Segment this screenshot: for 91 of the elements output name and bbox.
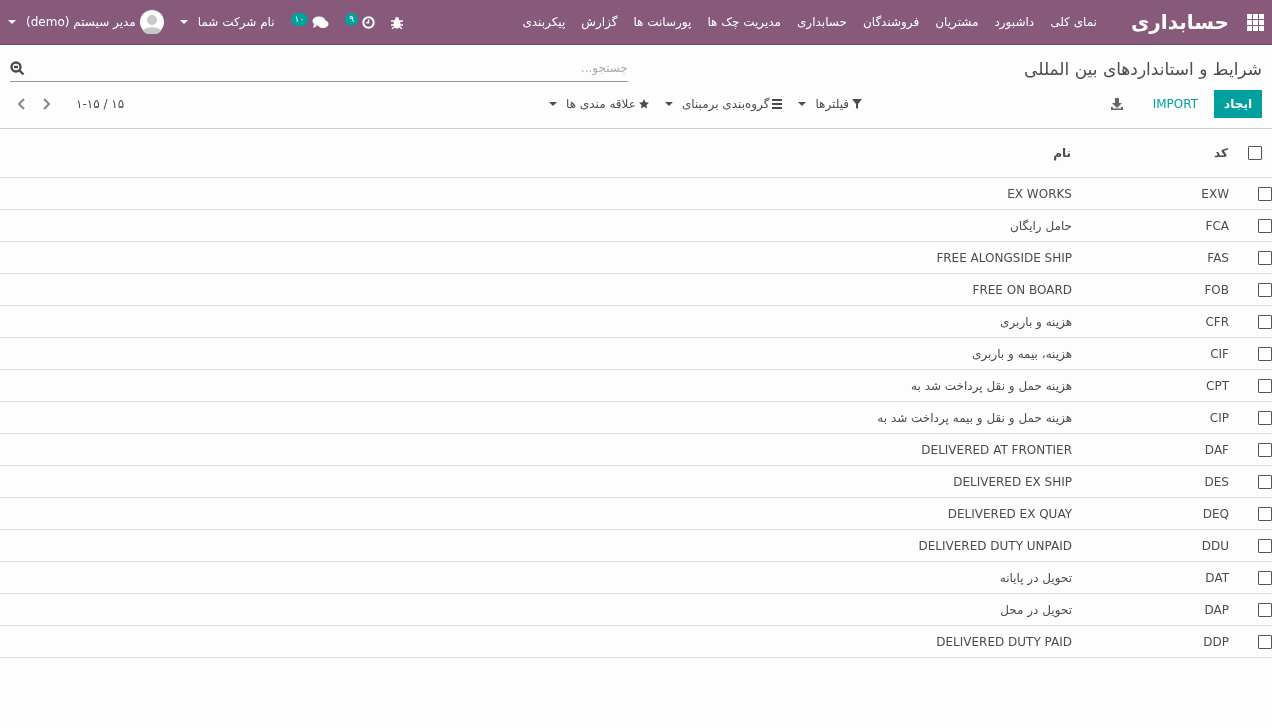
table-cell: DELIVERED DUTY UNPAID bbox=[918, 538, 1072, 553]
column-header[interactable]: نام bbox=[1053, 146, 1071, 160]
table-cell: DAF bbox=[1204, 442, 1229, 457]
table-cell: FCA bbox=[1205, 218, 1229, 233]
caret-icon bbox=[798, 102, 807, 106]
count-badge: ۹ bbox=[345, 12, 359, 26]
messages-button[interactable]: ۱۰ bbox=[282, 0, 338, 44]
checkbox[interactable] bbox=[1258, 378, 1272, 393]
table-cell: هزینه حمل و نقل و بیمه پرداخت شد به bbox=[877, 410, 1072, 425]
list-icon bbox=[772, 99, 783, 109]
checkbox[interactable] bbox=[1258, 282, 1272, 297]
grid-icon bbox=[1247, 13, 1264, 31]
checkbox[interactable] bbox=[1258, 570, 1272, 585]
caret-icon bbox=[8, 20, 16, 24]
search-option-dropdown[interactable]: علاقه مندی ها bbox=[549, 97, 649, 111]
table-cell: تحویل در محل bbox=[1000, 602, 1072, 617]
checkbox[interactable] bbox=[1258, 346, 1272, 361]
star-icon bbox=[638, 99, 649, 109]
chevron-right-icon bbox=[43, 98, 50, 110]
table-cell: هزینه حمل و نقل پرداخت شد به bbox=[911, 378, 1072, 393]
checkbox[interactable] bbox=[1258, 442, 1272, 457]
table-cell: FAS bbox=[1207, 250, 1229, 265]
activity-button[interactable]: ۹ bbox=[337, 0, 384, 44]
table-cell: DDU bbox=[1201, 538, 1229, 553]
checkbox[interactable] bbox=[1258, 218, 1272, 233]
table-cell: EX WORKS bbox=[1007, 186, 1072, 201]
table-cell: تحویل در پایانه bbox=[999, 570, 1072, 585]
checkbox[interactable] bbox=[1258, 250, 1272, 265]
table-cell: DELIVERED EX SHIP bbox=[953, 474, 1072, 489]
table-cell: EXW bbox=[1201, 186, 1229, 201]
table-cell: DES bbox=[1204, 474, 1229, 489]
import-button[interactable]: IMPORT bbox=[1138, 90, 1213, 118]
table-cell: CIF bbox=[1210, 346, 1229, 361]
search-option-dropdown[interactable]: فیلترها bbox=[798, 97, 862, 111]
caret-icon bbox=[179, 20, 188, 24]
table-cell: حامل رایگان bbox=[1010, 218, 1072, 233]
table-cell: DAT bbox=[1205, 570, 1229, 585]
table-cell: CPT bbox=[1206, 378, 1229, 393]
table-cell: DELIVERED AT FRONTIER bbox=[921, 442, 1072, 457]
checkbox[interactable] bbox=[1258, 506, 1272, 521]
table-cell: FREE ON BOARD bbox=[972, 282, 1072, 297]
menu-item[interactable]: حسابداری bbox=[788, 0, 855, 44]
menu-item[interactable]: گزارش bbox=[573, 0, 626, 44]
checkbox[interactable] bbox=[1258, 538, 1272, 553]
user-menu[interactable]: مدیر سیستم (demo) bbox=[0, 0, 172, 44]
pager-value: ۱-۱۵ / ۱۵ bbox=[76, 97, 125, 111]
checkbox[interactable] bbox=[1248, 146, 1262, 160]
checkbox[interactable] bbox=[1258, 474, 1272, 489]
menu-item[interactable]: مدیریت چک ها bbox=[699, 0, 789, 44]
caret-icon bbox=[664, 102, 673, 106]
search-icon bbox=[10, 60, 25, 76]
table-cell: FREE ALONGSIDE SHIP bbox=[936, 250, 1072, 265]
caret-icon bbox=[549, 102, 558, 106]
checkbox[interactable] bbox=[1258, 186, 1272, 201]
download-icon bbox=[1110, 98, 1123, 110]
search-field[interactable]: جستجو... bbox=[25, 55, 628, 81]
checkbox[interactable] bbox=[1258, 634, 1272, 649]
clock-icon bbox=[362, 15, 376, 29]
count-badge: ۱۰ bbox=[290, 12, 309, 26]
table-cell: DAP bbox=[1204, 602, 1229, 617]
checkbox[interactable] bbox=[1258, 410, 1272, 425]
previous-page-button[interactable] bbox=[16, 96, 27, 112]
chat-bubbles-icon bbox=[312, 15, 330, 29]
table-cell: FOB bbox=[1204, 282, 1229, 297]
checkbox[interactable] bbox=[1258, 314, 1272, 329]
table-cell: DELIVERED DUTY PAID bbox=[936, 634, 1072, 649]
bug-icon bbox=[391, 15, 404, 29]
menu-item[interactable]: پورسانت ها bbox=[625, 0, 700, 44]
column-header[interactable]: کد bbox=[1214, 146, 1228, 160]
app-title: حسابداری bbox=[1130, 10, 1229, 34]
search-option-dropdown[interactable]: گروه‌بندی برمبنای bbox=[664, 97, 783, 111]
avatar-icon bbox=[139, 10, 164, 34]
table-cell: CIP bbox=[1209, 410, 1229, 425]
company-switcher[interactable]: نام شرکت شما bbox=[171, 0, 283, 44]
table-cell: DDP bbox=[1203, 634, 1229, 649]
breadcrumb: شرایط و استانداردهای بین المللی bbox=[1024, 58, 1262, 79]
menu-item[interactable]: داشبورد bbox=[986, 0, 1043, 44]
menu-item[interactable]: فروشندگان bbox=[854, 0, 928, 44]
menu-item[interactable]: مشتریان bbox=[927, 0, 987, 44]
table-cell: CFR bbox=[1205, 314, 1229, 329]
checkbox[interactable] bbox=[1258, 602, 1272, 617]
menu-item[interactable]: پیکربندی bbox=[514, 0, 574, 44]
chevron-left-icon bbox=[18, 98, 25, 110]
table-cell: هزینه و باربری bbox=[1000, 314, 1072, 329]
funnel-icon bbox=[852, 99, 862, 109]
table-cell: هزینه، بیمه و باربری bbox=[972, 346, 1072, 361]
menu-item[interactable]: نمای کلی bbox=[1042, 0, 1105, 44]
create-button[interactable]: ایجاد bbox=[1214, 90, 1262, 118]
next-page-button[interactable] bbox=[41, 96, 52, 112]
table-cell: DEQ bbox=[1202, 506, 1229, 521]
table-cell: DELIVERED EX QUAY bbox=[947, 506, 1072, 521]
